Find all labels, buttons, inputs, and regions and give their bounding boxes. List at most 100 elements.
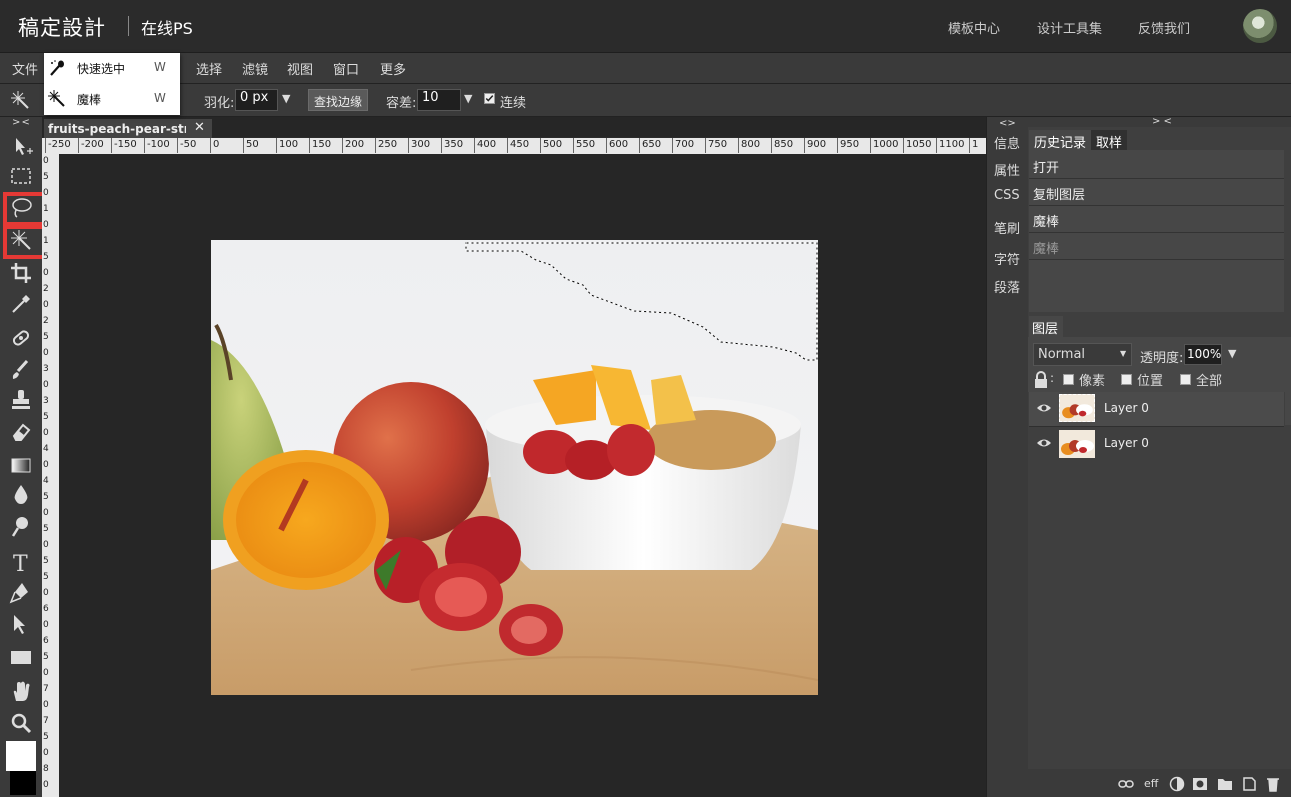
dropdown-item-label: 快速选中 bbox=[77, 62, 126, 76]
brush-icon[interactable] bbox=[8, 357, 34, 383]
hand-icon[interactable] bbox=[8, 679, 34, 705]
feedback-link[interactable]: 反馈我们 bbox=[1138, 18, 1190, 37]
blur-icon[interactable] bbox=[8, 482, 34, 508]
ruler-tick-label: 150 bbox=[309, 138, 331, 153]
move-icon[interactable] bbox=[8, 134, 34, 160]
right-panel-collapse-button[interactable]: > < bbox=[1152, 116, 1172, 127]
ruler-vertical: 0 5 0 1 0 1 5 0 2 0 2 5 0 3 0 3 5 0 4 0 4 5 0 5 0 5 5 0 6 0 6 5 0 7 0 7 5 0 8 0 bbox=[42, 154, 59, 797]
feather-input[interactable]: 0 px bbox=[235, 89, 278, 111]
close-icon[interactable]: ✕ bbox=[194, 120, 205, 135]
ruler-tick-label: -250 bbox=[45, 138, 71, 153]
dropdown-item-quick-select[interactable]: 快速选中 W bbox=[44, 53, 180, 84]
lasso-icon[interactable] bbox=[8, 195, 34, 221]
ruler-tick-label: 850 bbox=[771, 138, 793, 153]
shape-icon[interactable] bbox=[8, 644, 34, 670]
tab-history[interactable]: 历史记录 bbox=[1029, 130, 1092, 151]
side-panel-collapse-button[interactable]: <> bbox=[999, 118, 1016, 129]
canvas-image[interactable] bbox=[211, 240, 818, 695]
svg-text:T: T bbox=[13, 552, 28, 575]
ruler-tick-label: 7 bbox=[43, 716, 49, 726]
design-tools-link[interactable]: 设计工具集 bbox=[1037, 18, 1102, 37]
menu-more[interactable]: 更多 bbox=[380, 59, 406, 78]
menu-file[interactable]: 文件 bbox=[12, 59, 38, 78]
lock-position-checkbox[interactable] bbox=[1121, 374, 1132, 385]
feather-dropdown-icon[interactable]: ▼ bbox=[282, 92, 290, 105]
template-center-link[interactable]: 模板中心 bbox=[948, 18, 1000, 37]
side-panel-info[interactable]: 信息 bbox=[994, 133, 1020, 152]
layer-row[interactable]: Layer 0 bbox=[1029, 427, 1284, 461]
dropdown-item-magic-wand[interactable]: 魔棒 W bbox=[44, 84, 180, 115]
menu-view[interactable]: 视图 bbox=[287, 59, 313, 78]
marquee-icon[interactable] bbox=[8, 163, 34, 189]
avatar[interactable] bbox=[1243, 9, 1277, 43]
default-colors-button[interactable]: D bbox=[25, 761, 32, 771]
delete-icon[interactable] bbox=[1265, 776, 1281, 792]
ruler-tick-label: 300 bbox=[408, 138, 430, 153]
ruler-tick-label: 50 bbox=[243, 138, 259, 153]
contiguous-checkbox[interactable] bbox=[484, 93, 495, 104]
background-color-swatch[interactable] bbox=[10, 771, 36, 795]
options-bar: 羽化: 0 px ▼ 查找边缘 容差: 10 ▼ 连续 bbox=[0, 84, 1291, 117]
dodge-icon[interactable] bbox=[8, 514, 34, 540]
history-item[interactable]: 复制图层 bbox=[1029, 179, 1284, 206]
link-icon[interactable] bbox=[1118, 776, 1134, 792]
brand-logo[interactable]: 稿定設計 bbox=[18, 12, 106, 42]
folder-icon[interactable] bbox=[1217, 776, 1233, 792]
opacity-input[interactable]: 100% bbox=[1184, 344, 1222, 365]
ruler-tick-label: 1000 bbox=[870, 138, 898, 153]
find-edges-button[interactable]: 查找边缘 bbox=[308, 89, 369, 111]
side-panel-brush[interactable]: 笔刷 bbox=[994, 218, 1020, 237]
stamp-icon[interactable] bbox=[8, 387, 34, 413]
ruler-tick-label: 5 bbox=[43, 572, 49, 582]
path-select-icon[interactable] bbox=[8, 612, 34, 638]
menu-filter[interactable]: 滤镜 bbox=[242, 59, 268, 78]
menu-window[interactable]: 窗口 bbox=[333, 59, 359, 78]
history-item[interactable]: 魔棒 bbox=[1029, 206, 1284, 233]
eye-icon[interactable] bbox=[1036, 437, 1052, 451]
ruler-tick-label: 3 bbox=[43, 364, 49, 374]
ruler-tick-label: 400 bbox=[474, 138, 496, 153]
healing-icon[interactable] bbox=[8, 325, 34, 351]
opacity-dropdown-icon[interactable]: ▼ bbox=[1228, 347, 1236, 360]
history-item[interactable]: 魔棒 bbox=[1029, 233, 1284, 260]
side-panel-properties[interactable]: 属性 bbox=[994, 160, 1020, 179]
magic-wand-icon[interactable] bbox=[8, 227, 34, 253]
dropdown-item-label: 魔棒 bbox=[77, 93, 102, 107]
adjustment-icon[interactable] bbox=[1169, 776, 1185, 792]
eye-icon[interactable] bbox=[1036, 402, 1052, 416]
new-layer-icon[interactable] bbox=[1241, 776, 1257, 792]
magic-wand-icon bbox=[48, 90, 66, 108]
tab-layers[interactable]: 图层 bbox=[1029, 316, 1063, 337]
tolerance-dropdown-icon[interactable]: ▼ bbox=[464, 92, 472, 105]
lock-all-checkbox[interactable] bbox=[1180, 374, 1191, 385]
side-panel-css[interactable]: CSS bbox=[994, 188, 1020, 203]
swap-colors-button[interactable]: IT bbox=[8, 761, 16, 771]
ruler-tick-label: 650 bbox=[639, 138, 661, 153]
ruler-tick-label: 800 bbox=[738, 138, 760, 153]
text-icon[interactable]: T bbox=[8, 549, 34, 577]
gradient-icon[interactable] bbox=[8, 452, 34, 478]
tab-sampling[interactable]: 取样 bbox=[1091, 130, 1128, 151]
mask-icon[interactable] bbox=[1192, 776, 1208, 792]
layer-row[interactable]: Layer 0 bbox=[1029, 392, 1284, 427]
layer-thumbnail bbox=[1059, 394, 1095, 422]
crop-icon[interactable] bbox=[8, 260, 34, 286]
side-panel-character[interactable]: 字符 bbox=[994, 249, 1020, 268]
lock-pixels-checkbox[interactable] bbox=[1063, 374, 1074, 385]
blend-mode-select[interactable]: Normal ▼ bbox=[1033, 343, 1132, 366]
menu-select[interactable]: 选择 bbox=[196, 59, 222, 78]
eraser-icon[interactable] bbox=[8, 419, 34, 445]
tolerance-input[interactable]: 10 bbox=[417, 89, 461, 111]
contiguous-label: 连续 bbox=[500, 96, 527, 111]
toolbar-collapse-button[interactable]: > < bbox=[12, 117, 30, 128]
effects-icon[interactable]: eff bbox=[1144, 777, 1160, 793]
pen-icon[interactable] bbox=[8, 580, 34, 606]
dropdown-item-shortcut: W bbox=[154, 60, 166, 74]
history-item[interactable]: 打开 bbox=[1029, 152, 1284, 179]
zoom-icon[interactable] bbox=[8, 711, 34, 737]
document-tab[interactable]: fruits-peach-pear-str ✕ bbox=[44, 119, 212, 138]
ruler-tick-label: 1 bbox=[43, 236, 49, 246]
lock-icon bbox=[1033, 371, 1049, 389]
side-panel-paragraph[interactable]: 段落 bbox=[994, 277, 1020, 296]
eyedropper-icon[interactable] bbox=[8, 291, 34, 317]
